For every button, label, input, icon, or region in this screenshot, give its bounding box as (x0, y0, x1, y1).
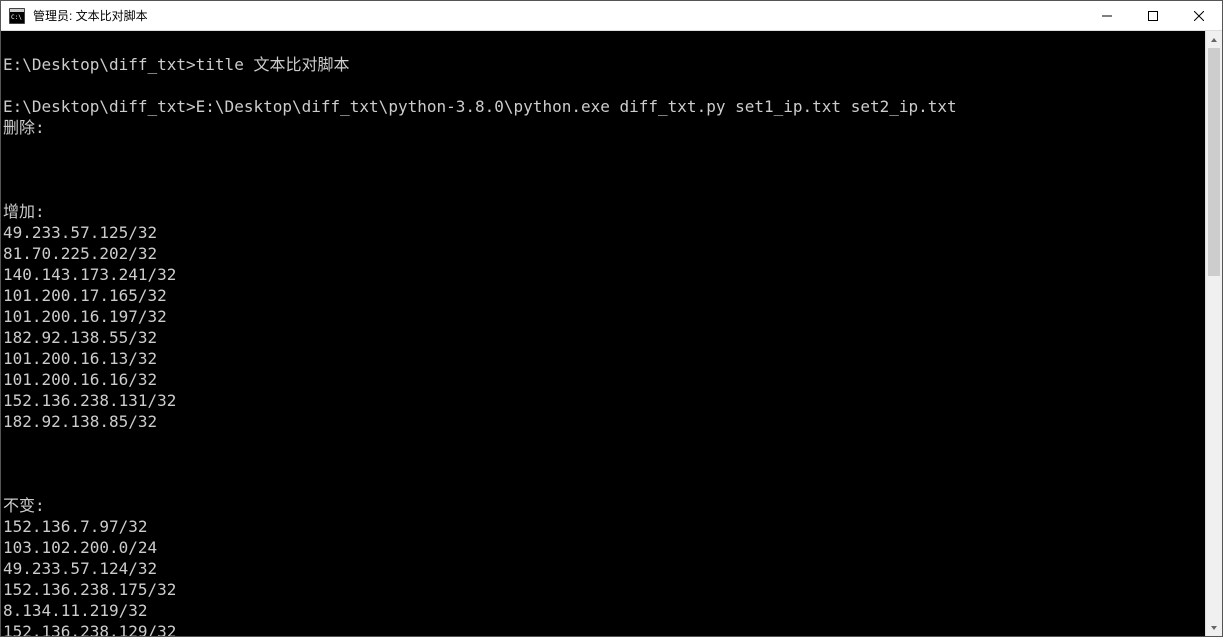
titlebar-left: C:\ 管理员: 文本比对脚本 (1, 7, 148, 24)
close-button[interactable] (1176, 1, 1222, 30)
terminal-line (3, 453, 1203, 474)
vertical-scrollbar[interactable] (1205, 31, 1222, 636)
terminal-line (3, 33, 1203, 54)
terminal-output[interactable]: E:\Desktop\diff_txt>title 文本比对脚本 E:\Deskt… (1, 31, 1205, 636)
terminal-line: 182.92.138.55/32 (3, 327, 1203, 348)
window-title: 管理员: 文本比对脚本 (33, 7, 148, 24)
terminal-line: 182.92.138.85/32 (3, 411, 1203, 432)
terminal-line: 152.136.238.131/32 (3, 390, 1203, 411)
minimize-button[interactable] (1084, 1, 1130, 30)
terminal-line: 152.136.238.175/32 (3, 579, 1203, 600)
terminal-line: 101.200.17.165/32 (3, 285, 1203, 306)
terminal-line (3, 138, 1203, 159)
terminal-line: 101.200.16.197/32 (3, 306, 1203, 327)
terminal-line (3, 75, 1203, 96)
terminal-line (3, 474, 1203, 495)
content-area: E:\Desktop\diff_txt>title 文本比对脚本 E:\Deskt… (1, 31, 1222, 636)
terminal-line: 152.136.238.129/32 (3, 621, 1203, 636)
terminal-line: E:\Desktop\diff_txt>title 文本比对脚本 (3, 54, 1203, 75)
cmd-icon: C:\ (9, 8, 25, 24)
terminal-line: 不变: (3, 495, 1203, 516)
terminal-line: 140.143.173.241/32 (3, 264, 1203, 285)
terminal-line: 101.200.16.16/32 (3, 369, 1203, 390)
terminal-line: E:\Desktop\diff_txt>E:\Desktop\diff_txt\… (3, 96, 1203, 117)
scroll-thumb[interactable] (1208, 48, 1220, 276)
terminal-line: 49.233.57.124/32 (3, 558, 1203, 579)
terminal-line: 101.200.16.13/32 (3, 348, 1203, 369)
terminal-window: C:\ 管理员: 文本比对脚本 E:\Desktop\diff_txt>titl… (0, 0, 1223, 637)
scroll-track[interactable] (1206, 48, 1222, 619)
terminal-line (3, 180, 1203, 201)
scroll-down-arrow-icon[interactable] (1206, 619, 1222, 636)
svg-text:C:\: C:\ (11, 14, 22, 21)
terminal-line: 增加: (3, 201, 1203, 222)
scroll-up-arrow-icon[interactable] (1206, 31, 1222, 48)
terminal-line: 8.134.11.219/32 (3, 600, 1203, 621)
terminal-line (3, 159, 1203, 180)
titlebar[interactable]: C:\ 管理员: 文本比对脚本 (1, 1, 1222, 31)
terminal-line (3, 432, 1203, 453)
terminal-line: 49.233.57.125/32 (3, 222, 1203, 243)
terminal-line: 152.136.7.97/32 (3, 516, 1203, 537)
window-controls (1084, 1, 1222, 30)
terminal-line: 103.102.200.0/24 (3, 537, 1203, 558)
terminal-line: 删除: (3, 117, 1203, 138)
terminal-line: 81.70.225.202/32 (3, 243, 1203, 264)
maximize-button[interactable] (1130, 1, 1176, 30)
